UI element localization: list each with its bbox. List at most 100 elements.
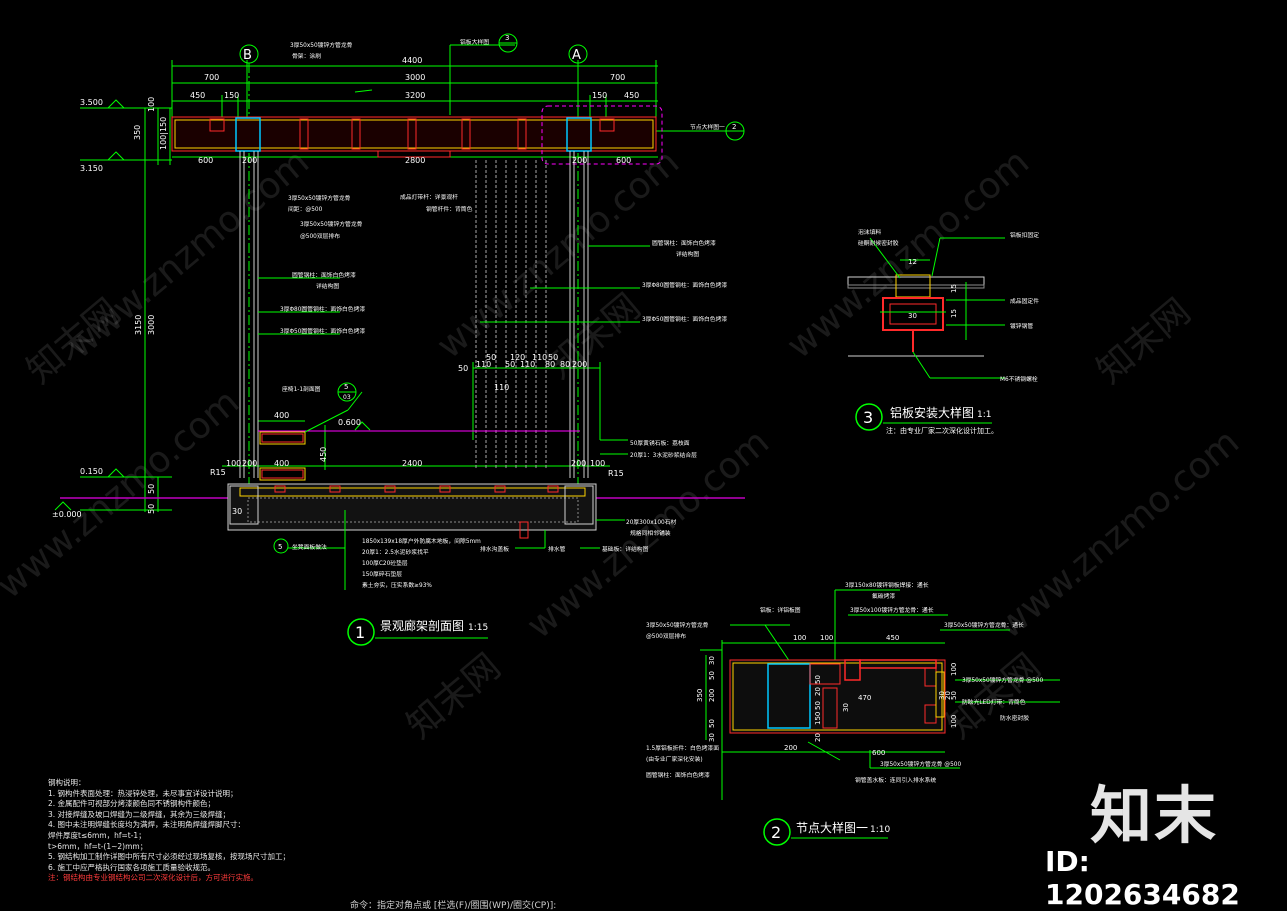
dim: 4400 [402,56,422,65]
dim: 450 [886,634,899,642]
dim: 110 [494,383,509,392]
dim: 12 [908,258,917,266]
label-n2-t4: 3厚50x50镀锌方管龙骨：通长 [944,621,1024,629]
dim: 3000 [405,73,425,82]
dim: 100 [793,634,806,642]
note-line: 1. 钢构件表面处理：热浸锌处理，未尽事宜详设计说明； [48,788,238,798]
dim: 100 [950,715,958,728]
label-col-r3: 3厚Φ80圆管钢柱：面饰白色烤漆 [642,281,727,289]
dim: 100|150 [159,117,168,150]
label-col-r1: 圆管钢柱：面饰白色烤漆 [652,239,716,247]
watermark-logo: 知末网 [1089,291,1198,392]
section-title-scale: 1:15 [468,623,488,633]
label-col-l3: 3厚Φ80圆管钢柱：面饰白色烤漆 [280,305,365,313]
label-base-r3: 20厚300x100石材 [626,518,677,526]
label-base-b7: 排水管 [548,545,566,553]
dim: 30 [908,312,917,320]
label-n3-l1: 泡沫填料 [858,228,881,236]
dim: 350 [696,689,704,702]
dim: 450 [190,91,205,100]
label-n2-t1: 3厚150x80镀锌钢板焊接：通长 [845,581,929,589]
label-col-r4: 3厚Φ50圆管钢柱：面饰白色烤漆 [642,315,727,323]
dim: 15 [950,309,958,318]
note-line: 2. 金属配件可视部分烤漆颜色同不锈钢构件颜色； [48,799,216,809]
label-seat-ref-num: 5 [344,383,348,391]
label-n2-l1: 铝板：详铝板图 [760,606,801,614]
note-line: 6. 施工中应严格执行国家各项施工质量验收规范。 [48,862,216,872]
label-n3-r2: 成品固定件 [1010,297,1039,305]
watermark-logo: 知末网 [399,646,508,747]
level: 0.600 [338,418,361,427]
dim: 200 [242,156,257,165]
label-n2-b1: 1.5厚铝板折件：白色烤漆面 [646,744,719,752]
watermark-text: www.znzmo.com [0,381,247,606]
dim: 50 [458,364,468,373]
dim: 100 [820,634,833,642]
dim: 15 [950,284,958,293]
dim: 110 [476,360,491,369]
dim: 2800 [405,156,425,165]
section-title-number: 1 [355,623,365,642]
dim: 400 [274,411,289,420]
label-mid-tube2: 间距：@500 [288,205,323,213]
label-n2-b2: (由专业厂家深化安装) [646,755,703,763]
label-base-ref-txt: 坐凳面板做法 [292,543,327,551]
alum-title-scale: 1:1 [977,410,991,420]
note-line: 4. 图中未注明焊缝长度均为满焊，未注明角焊缝焊脚尺寸： [48,820,246,830]
dim: 600 [198,156,213,165]
label-n2-t3: 3厚50x100镀锌方管龙骨：通长 [850,606,934,614]
dim: 100 [226,459,241,468]
label-n2-r1: 3厚50x50镀锌方管龙骨 @500 [962,676,1043,684]
label-node-ref: 节点大样图一 [690,123,725,131]
watermark-logo: 知末网 [539,286,648,387]
label-n2-b4: 3厚50x50镀锌方管龙骨 @500 [880,760,961,768]
label-mid-tube3: 3厚50x50镀锌方管龙骨 [300,220,363,228]
command-line[interactable]: 命令：指定对角点或 [栏选(F)/圈围(WP)/圈交(CP)]: [350,898,556,911]
section-title: 景观廊架剖面图 [380,618,464,633]
label-top-beam2: 骨架：涂刷 [292,52,321,60]
label-n2-b5: 钢管盖水板：连同引入排水系统 [855,776,936,784]
alum-title-note: 注：由专业厂家二次深化设计加工。 [886,426,998,435]
alum-title: 铝板安装大样图 [890,405,974,420]
dim: 30 [708,656,716,665]
image-id: ID: 1202634682 [1045,845,1240,911]
label-base-r2: 20厚1：3水泥砂浆结合层 [630,451,697,459]
label-n2-l2: 3厚50x50镀锌方管龙骨 [646,621,709,629]
dim: 200 [572,360,587,369]
label-base-ref-num: 5 [278,543,282,551]
steel-notes: 钢构说明： 1. 钢构件表面处理：热浸锌处理，未尽事宜详设计说明； 2. 金属配… [48,778,290,884]
dim: R15 [608,469,624,478]
label-base-b3: 100厚C20砼垫层 [362,559,408,567]
note-line: t>6mm，hf=t-(1~2)mm； [48,841,148,851]
note-red: 注：钢结构由专业钢结构公司二次深化设计后，方可进行实施。 [48,873,258,883]
dim: 30 [708,733,716,742]
dim: 450 [624,91,639,100]
label-base-b5: 素土夯实，压实系数≥93% [362,581,432,589]
label-n2-r3: 防水密封胶 [1000,714,1029,722]
level: 3.500 [80,98,103,107]
label-light2: 钢管杆件：背筒色 [426,205,473,213]
dim: 400 [274,459,289,468]
label-n3-r4: M6不锈钢螺栓 [1000,375,1038,383]
dim: 150 [224,91,239,100]
brand-logo: 知末 [1090,779,1219,852]
label-seat-ref: 座椅1-1剖面图 [282,385,321,393]
dim: 470 [858,694,871,702]
dim: 110 [520,360,535,369]
label-col-r2: 详结构图 [676,250,699,258]
dim: 200 [708,689,716,702]
dim: 80 [560,360,570,369]
level: 3.150 [80,164,103,173]
label-n3-r3: 镀锌钢管 [1010,322,1033,330]
label-col-l1: 圆管钢柱：面饰白色烤漆 [292,271,356,279]
label-base-r4: 规格同相邻铺装 [630,529,671,537]
dim: 50 [147,504,156,514]
node-title: 节点大样图一 [796,820,868,835]
dim: 700 [204,73,219,82]
dim: 50 [548,353,558,362]
alum-title-number: 3 [863,408,873,427]
note-line: 5. 钢结构加工制作详图中所有尺寸必须经过现场复核，按现场尺寸加工； [48,852,291,862]
dim: 200 [572,156,587,165]
label-base-b2: 20厚1：2.5水泥砂浆找平 [362,548,429,556]
label-base-r1: 50厚黄锈石板：荔枝面 [630,439,690,447]
